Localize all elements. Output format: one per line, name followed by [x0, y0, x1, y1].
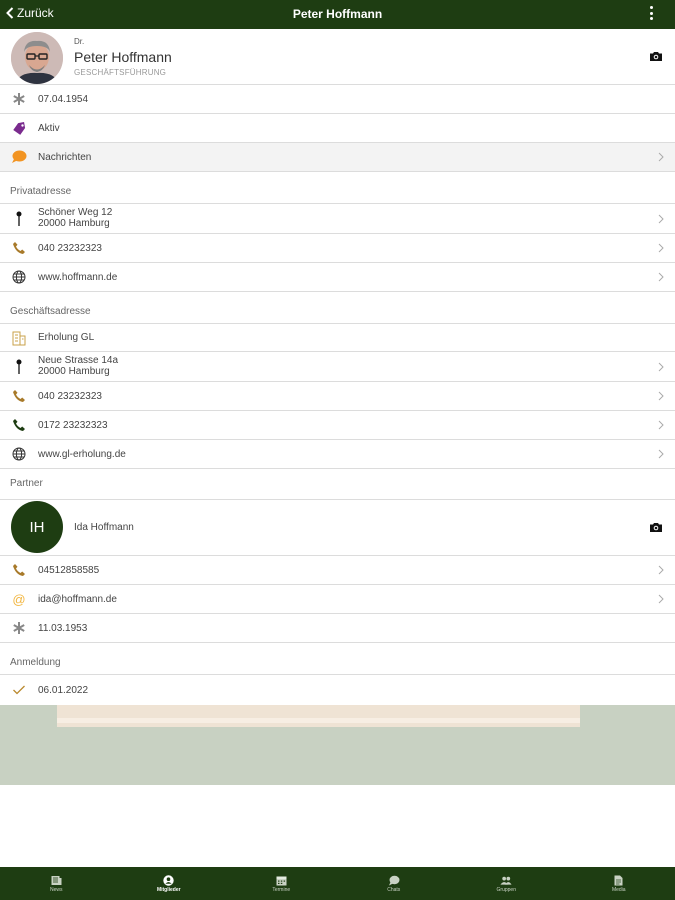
- chevron-right-icon: [658, 565, 664, 575]
- profile-name: Peter Hoffmann: [74, 49, 172, 65]
- profile-header-row: Dr. Peter Hoffmann GESCHÄFTSFÜHRUNG: [0, 29, 675, 85]
- company-name: Erholung GL: [38, 332, 95, 343]
- page-title: Peter Hoffmann: [292, 7, 383, 21]
- business-street: Neue Strasse 14a: [38, 355, 119, 366]
- camera-icon[interactable]: [649, 51, 663, 62]
- tab-groups[interactable]: Gruppen: [450, 867, 563, 900]
- phone-icon: [10, 239, 28, 257]
- birthday-value: 07.04.1954: [38, 93, 89, 105]
- chevron-right-icon: [658, 391, 664, 401]
- business-web: www.gl-erholung.de: [38, 448, 126, 460]
- news-icon: [50, 874, 62, 886]
- messages-label: Nachrichten: [38, 151, 92, 163]
- members-icon: [163, 874, 175, 886]
- chevron-right-icon: [658, 243, 664, 253]
- status-value: Aktiv: [38, 122, 60, 134]
- business-mobile: 0172 23232323: [38, 419, 108, 431]
- partner-email-row[interactable]: @ ida@hoffmann.de: [0, 585, 675, 614]
- partner-birthday: 11.03.1953: [38, 622, 88, 634]
- section-business-address: Geschäftsadresse: [10, 306, 91, 317]
- section-private-address: Privatadresse: [10, 186, 72, 197]
- private-web: www.hoffmann.de: [38, 271, 118, 283]
- birthday-row: 07.04.1954: [0, 85, 675, 114]
- phone-icon: [10, 561, 28, 579]
- private-address-row[interactable]: Schöner Weg 12 20000 Hamburg: [0, 204, 675, 234]
- tag-icon: [10, 119, 28, 137]
- background-paper-edge: [57, 718, 580, 723]
- business-address-row[interactable]: Neue Strasse 14a 20000 Hamburg: [0, 352, 675, 382]
- tab-news-label: News: [49, 887, 63, 893]
- groups-icon: [500, 874, 512, 886]
- registration-date: 06.01.2022: [38, 684, 89, 696]
- checkmark-icon: [10, 681, 28, 699]
- chevron-right-icon: [658, 449, 664, 459]
- calendar-icon: [275, 874, 287, 886]
- mobile-phone-icon: [10, 416, 28, 434]
- private-web-row[interactable]: www.hoffmann.de: [0, 263, 675, 292]
- bottom-tab-bar: News Mitglieder Termine Chats Gruppen Me…: [0, 867, 675, 900]
- business-mobile-row[interactable]: 0172 23232323: [0, 411, 675, 440]
- more-options-icon[interactable]: [649, 6, 655, 22]
- business-city: 20000 Hamburg: [38, 366, 110, 377]
- at-sign-icon: @: [12, 591, 26, 607]
- top-app-bar: Zurück Peter Hoffmann: [0, 0, 675, 29]
- chevron-right-icon: [658, 594, 664, 604]
- status-row: Aktiv: [0, 114, 675, 143]
- section-registration: Anmeldung: [10, 657, 61, 668]
- business-phone: 040 23232323: [38, 390, 102, 402]
- partner-avatar[interactable]: IH: [11, 501, 63, 553]
- chat-bubble-icon: [10, 148, 28, 166]
- business-web-row[interactable]: www.gl-erholung.de: [0, 440, 675, 469]
- tab-members[interactable]: Mitglieder: [113, 867, 226, 900]
- name-prefix: Dr.: [74, 37, 85, 46]
- building-icon: [10, 329, 28, 347]
- profile-content: Dr. Peter Hoffmann GESCHÄFTSFÜHRUNG 07.0…: [0, 29, 675, 705]
- camera-icon[interactable]: [649, 522, 663, 533]
- globe-icon: [10, 445, 28, 463]
- private-phone-row[interactable]: 040 23232323: [0, 234, 675, 263]
- chevron-right-icon: [658, 272, 664, 282]
- pin-icon: [10, 210, 28, 228]
- registration-row: 06.01.2022: [0, 675, 675, 705]
- avatar[interactable]: [11, 32, 63, 84]
- document-icon: [613, 874, 625, 886]
- partner-birthday-row: 11.03.1953: [0, 614, 675, 643]
- tab-media[interactable]: Media: [563, 867, 675, 900]
- tab-media-label: Media: [611, 887, 626, 893]
- tab-appointments[interactable]: Termine: [225, 867, 338, 900]
- phone-icon: [10, 387, 28, 405]
- asterisk-icon: [10, 619, 28, 637]
- section-partner: Partner: [10, 478, 43, 489]
- tab-chats[interactable]: Chats: [338, 867, 451, 900]
- partner-phone-row[interactable]: 04512858585: [0, 556, 675, 585]
- partner-name: Ida Hoffmann: [74, 522, 134, 533]
- tab-groups-label: Gruppen: [496, 887, 516, 893]
- messages-row[interactable]: Nachrichten: [0, 143, 675, 172]
- chevron-right-icon: [658, 420, 664, 430]
- chevron-right-icon: [658, 152, 664, 162]
- tab-members-label: Mitglieder: [156, 887, 181, 893]
- pin-icon: [10, 358, 28, 376]
- tab-appointments-label: Termine: [272, 887, 291, 893]
- globe-icon: [10, 268, 28, 286]
- private-phone: 040 23232323: [38, 242, 102, 254]
- chevron-right-icon: [658, 362, 664, 371]
- business-phone-row[interactable]: 040 23232323: [0, 382, 675, 411]
- chevron-right-icon: [658, 214, 664, 223]
- private-city: 20000 Hamburg: [38, 218, 110, 229]
- background-paper: [57, 705, 580, 727]
- tab-news[interactable]: News: [0, 867, 113, 900]
- profile-role: GESCHÄFTSFÜHRUNG: [74, 68, 167, 77]
- chat-icon: [388, 874, 400, 886]
- tab-chats-label: Chats: [387, 887, 401, 893]
- partner-email: ida@hoffmann.de: [38, 593, 117, 605]
- company-row: Erholung GL: [0, 324, 675, 352]
- partner-phone: 04512858585: [38, 564, 100, 576]
- private-street: Schöner Weg 12: [38, 207, 113, 218]
- asterisk-icon: [10, 90, 28, 108]
